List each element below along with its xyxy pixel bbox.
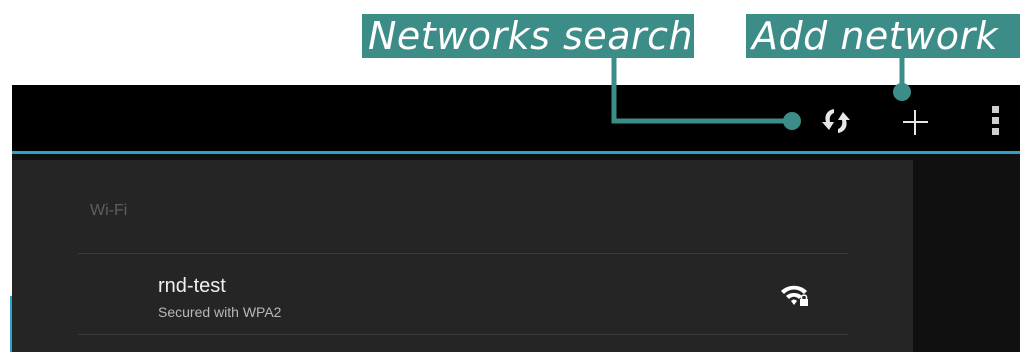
plus-icon[interactable]	[897, 104, 933, 140]
overflow-menu-icon[interactable]	[986, 104, 1006, 138]
wifi-section-title: Wi-Fi	[90, 202, 128, 219]
add-network-callout: Add network	[746, 14, 1020, 58]
action-bar	[12, 85, 1020, 151]
screen: Networks search Add network Wi-Fi rnd-te…	[0, 0, 1020, 352]
wifi-locked-icon	[779, 282, 809, 308]
network-name: rnd-test	[158, 275, 226, 297]
refresh-icon-graphic	[822, 109, 850, 133]
refresh-icon[interactable]	[818, 103, 854, 139]
overflow-menu-icon-graphic	[992, 106, 999, 135]
networks-search-callout: Networks search	[362, 14, 694, 58]
divider	[78, 334, 848, 335]
plus-icon-graphic	[903, 110, 928, 135]
network-security-status: Secured with WPA2	[158, 304, 282, 320]
network-list-item[interactable]: rnd-test Secured with WPA2	[78, 254, 848, 334]
